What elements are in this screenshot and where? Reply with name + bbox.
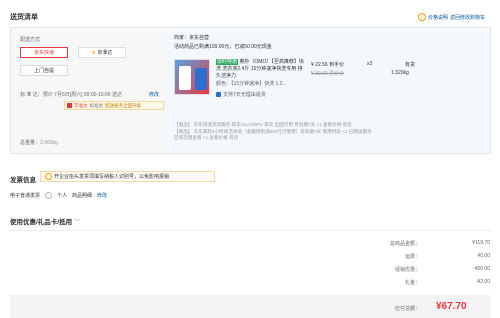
store-promo: 活动商品已购满109.00元，已减50.00元现金 (174, 44, 272, 50)
return-cart-link[interactable]: 返回修改购物车 (450, 14, 485, 21)
summary-row-shipping: 运费： ¥0.00 (404, 253, 490, 260)
store-name: 商家：京东自营 (174, 35, 210, 41)
delivery-method-label: 配送方式 (20, 37, 41, 43)
return-service: 支持7天无理由退货 (216, 91, 266, 98)
section-title: 送货清单 (10, 14, 38, 21)
return-icon (216, 92, 221, 97)
gift-list: 【赠品】 京东快速洗衣服务 轿车/SUV/MPV 单次 全国可用 有效期7天 ×… (174, 122, 372, 140)
info-icon: i (418, 13, 426, 21)
summary-row-promo: 促销优惠： -¥50.00 (394, 266, 490, 273)
invoice-modify[interactable]: 修改 (97, 192, 107, 199)
delivery-option-jzd[interactable]: ♛ 京准达 (78, 47, 126, 58)
jzd-badge-icon (67, 103, 72, 108)
order-block: 配送方式 京东快递 ♛ 京准达 上门自提 标 准 达：预计 7月5日[周六] 0… (10, 27, 491, 154)
summary-row-goods: 总商品金额： ¥119.70 (389, 240, 490, 247)
total-label: 应付总额： (395, 306, 421, 312)
product-image[interactable] (174, 59, 210, 95)
promo-tag: 限时特惠 (216, 59, 239, 65)
invoice-notice: 开企业抬头发票须填写纳税人识别号，以免影响报销 (40, 171, 215, 182)
coupon-toggle[interactable]: 使用优惠/礼品卡/抵用 ﹀ (10, 216, 80, 226)
delivery-time: 标 准 达：预计 7月5日[周六] 09:00-15:00 送达 (20, 92, 122, 98)
product-stock: 有货 1.320kg (391, 62, 416, 76)
delivery-option-pickup[interactable]: 上门自提 (20, 65, 68, 76)
crown-icon: ♛ (91, 50, 97, 56)
chevron-down-icon: ﹀ (73, 219, 81, 226)
total-amount: ¥67.70 (436, 301, 467, 312)
product-qty: x3 (367, 61, 373, 67)
help-icon (45, 192, 53, 199)
total-weight: 总重量：3.960kg (20, 140, 58, 146)
service-upgrade-bar: 京准达 标准达 配送服务全面升级 (64, 101, 164, 110)
product-color: 颜色：【15分钟速净】快洗 1.2... (216, 81, 287, 87)
price-help-text: 价格说明 (428, 14, 449, 21)
info-icon (45, 173, 52, 180)
invoice-title: 发票信息 (10, 177, 36, 184)
summary-row-gift: 礼金： -¥2.00 (404, 279, 490, 286)
delivery-time-modify[interactable]: 修改 (149, 91, 159, 98)
price-help-link[interactable]: i 价格说明 (418, 13, 448, 21)
divider (10, 230, 491, 231)
delivery-option-jd-express[interactable]: 京东快递 (20, 47, 68, 58)
invoice-detail: 电子普通发票 个人 商品明细 修改 (10, 192, 108, 199)
product-price: ¥ 22.56 到手价 ¥ 39.90 原价价 (311, 62, 345, 77)
product-title[interactable]: 限时特惠 奥妙（OMO）【至高推荐】快洗 洗衣液2.4斤 15分钟速净快洗专用 … (216, 59, 306, 80)
